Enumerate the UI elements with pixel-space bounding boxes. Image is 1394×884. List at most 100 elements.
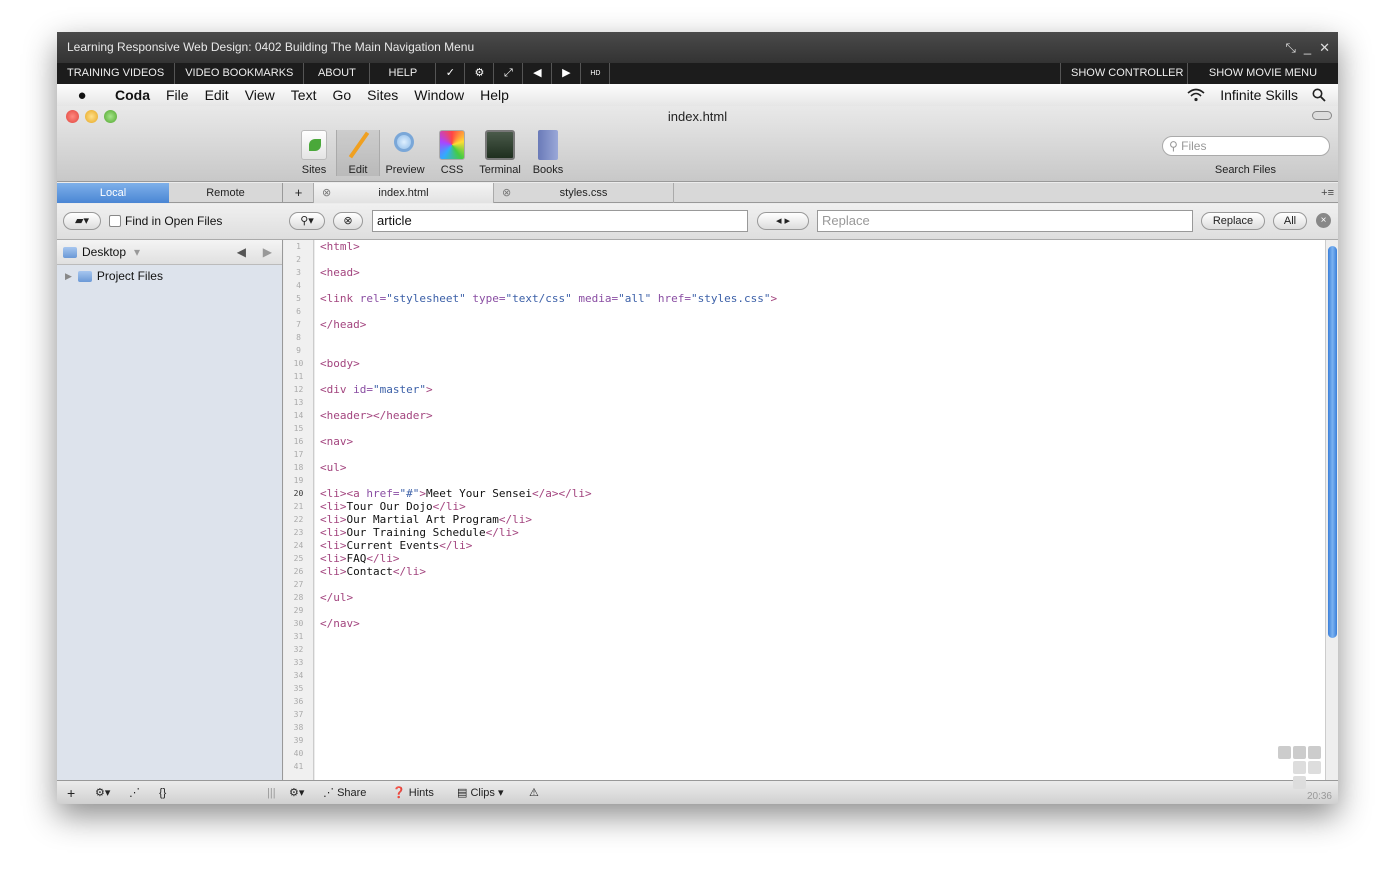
- code-line[interactable]: [320, 396, 1325, 409]
- wifi-icon[interactable]: [1186, 88, 1206, 102]
- code-line[interactable]: [320, 253, 1325, 266]
- resize-handle-icon[interactable]: |||: [267, 781, 276, 804]
- code-line[interactable]: [320, 305, 1325, 318]
- code-line[interactable]: <li>Our Training Schedule</li>: [320, 526, 1325, 539]
- code-editor[interactable]: <html> <head> <link rel="stylesheet" type=…: [315, 240, 1325, 780]
- folder-action-button[interactable]: ▰▾: [63, 212, 101, 230]
- code-line[interactable]: [320, 760, 1325, 773]
- tool-terminal[interactable]: Terminal: [474, 130, 526, 176]
- search-options-button[interactable]: ⚲▾: [289, 212, 325, 230]
- editor-scrollbar[interactable]: [1325, 240, 1338, 780]
- code-line[interactable]: [320, 279, 1325, 292]
- show-movie-menu-button[interactable]: SHOW MOVIE MENU: [1188, 63, 1338, 84]
- fullscreen-icon[interactable]: ⤡: [1285, 32, 1295, 63]
- code-line[interactable]: <body>: [320, 357, 1325, 370]
- player-control-pad[interactable]: 20:36: [1278, 746, 1336, 802]
- code-line[interactable]: </nav>: [320, 617, 1325, 630]
- spotlight-icon[interactable]: [1312, 88, 1326, 102]
- hints-button[interactable]: ❓ Hints: [392, 781, 434, 804]
- code-line[interactable]: <ul>: [320, 461, 1325, 474]
- menu-text[interactable]: Text: [283, 87, 325, 103]
- sidebar-item-project-files[interactable]: ▶ Project Files: [57, 265, 282, 287]
- minimize-icon[interactable]: _: [1304, 32, 1311, 63]
- code-line[interactable]: [320, 370, 1325, 383]
- app-menu[interactable]: Coda: [107, 87, 158, 103]
- code-line[interactable]: [320, 448, 1325, 461]
- tab-styles-css[interactable]: ⊗ styles.css: [494, 183, 674, 203]
- code-line[interactable]: [320, 578, 1325, 591]
- code-line[interactable]: [320, 747, 1325, 760]
- warning-icon[interactable]: ⚠: [529, 781, 539, 804]
- code-line[interactable]: [320, 422, 1325, 435]
- tool-edit[interactable]: Edit: [336, 130, 380, 176]
- code-line[interactable]: <html>: [320, 240, 1325, 253]
- clips-button[interactable]: ▤ Clips ▾: [457, 781, 503, 804]
- share-button[interactable]: ⋰ Share: [323, 781, 366, 804]
- code-line[interactable]: <li><a href="#">Meet Your Sensei</a></li…: [320, 487, 1325, 500]
- apple-icon[interactable]: ●: [57, 87, 107, 104]
- tab-remote[interactable]: Remote: [169, 183, 283, 203]
- previous-icon[interactable]: ◀: [523, 63, 553, 84]
- menu-view[interactable]: View: [237, 87, 283, 103]
- close-find-icon[interactable]: ×: [1316, 213, 1331, 228]
- back-icon[interactable]: ◀: [237, 245, 246, 259]
- code-line[interactable]: [320, 604, 1325, 617]
- code-line[interactable]: [320, 331, 1325, 344]
- add-tab-button[interactable]: +: [284, 183, 314, 203]
- video-bookmarks-button[interactable]: VIDEO BOOKMARKS: [175, 63, 305, 84]
- toolbar-toggle-button[interactable]: [1312, 111, 1332, 120]
- code-line[interactable]: <div id="master">: [320, 383, 1325, 396]
- code-line[interactable]: <li>Contact</li>: [320, 565, 1325, 578]
- code-line[interactable]: <header></header>: [320, 409, 1325, 422]
- replace-button[interactable]: Replace: [1201, 212, 1265, 230]
- tab-index-html[interactable]: ⊗ index.html: [314, 183, 494, 203]
- code-line[interactable]: [320, 630, 1325, 643]
- editor-gear-icon[interactable]: ⚙▾: [289, 781, 304, 804]
- scrollbar-thumb[interactable]: [1328, 246, 1337, 638]
- add-icon[interactable]: +: [67, 781, 75, 804]
- code-line[interactable]: [320, 474, 1325, 487]
- code-line[interactable]: [320, 344, 1325, 357]
- code-line[interactable]: [320, 669, 1325, 682]
- code-line[interactable]: </ul>: [320, 591, 1325, 604]
- help-button[interactable]: HELP: [370, 63, 437, 84]
- gear-icon[interactable]: ⚙: [465, 63, 495, 84]
- braces-icon[interactable]: {}: [159, 781, 166, 804]
- clear-search-button[interactable]: ⊗: [333, 212, 363, 230]
- tab-close-icon[interactable]: ⊗: [322, 183, 331, 203]
- menu-sites[interactable]: Sites: [359, 87, 406, 103]
- find-input[interactable]: article: [372, 210, 748, 232]
- show-controller-button[interactable]: SHOW CONTROLLER: [1060, 63, 1188, 84]
- resize-icon[interactable]: ⤢: [494, 63, 524, 84]
- close-icon[interactable]: ✕: [1319, 32, 1330, 63]
- menu-file[interactable]: File: [158, 87, 197, 103]
- code-line[interactable]: [320, 695, 1325, 708]
- code-line[interactable]: <head>: [320, 266, 1325, 279]
- sidebar-location[interactable]: Desktop ▾ ◀ ▶: [57, 240, 282, 265]
- training-videos-button[interactable]: TRAINING VIDEOS: [57, 63, 176, 84]
- disclosure-icon[interactable]: ▶: [65, 271, 72, 282]
- tab-local[interactable]: Local: [57, 183, 169, 203]
- code-line[interactable]: <li>FAQ</li>: [320, 552, 1325, 565]
- code-line[interactable]: <li>Current Events</li>: [320, 539, 1325, 552]
- about-button[interactable]: ABOUT: [304, 63, 371, 84]
- tool-preview[interactable]: Preview: [380, 130, 430, 176]
- code-line[interactable]: [320, 734, 1325, 747]
- code-line[interactable]: <link rel="stylesheet" type="text/css" m…: [320, 292, 1325, 305]
- menu-help[interactable]: Help: [472, 87, 517, 103]
- code-line[interactable]: [320, 721, 1325, 734]
- tool-books[interactable]: Books: [526, 130, 570, 176]
- menu-window[interactable]: Window: [406, 87, 472, 103]
- gear-menu-icon[interactable]: ⚙▾: [95, 781, 110, 804]
- tab-menu-icon[interactable]: +≡: [1321, 183, 1334, 203]
- replace-input[interactable]: Replace: [817, 210, 1193, 232]
- code-line[interactable]: </head>: [320, 318, 1325, 331]
- code-line[interactable]: <nav>: [320, 435, 1325, 448]
- hd-icon[interactable]: HD: [581, 63, 611, 84]
- forward-icon[interactable]: ▶: [263, 245, 272, 259]
- menu-go[interactable]: Go: [324, 87, 359, 103]
- code-line[interactable]: [320, 656, 1325, 669]
- code-line[interactable]: <li>Tour Our Dojo</li>: [320, 500, 1325, 513]
- menu-edit[interactable]: Edit: [197, 87, 237, 103]
- code-line[interactable]: [320, 682, 1325, 695]
